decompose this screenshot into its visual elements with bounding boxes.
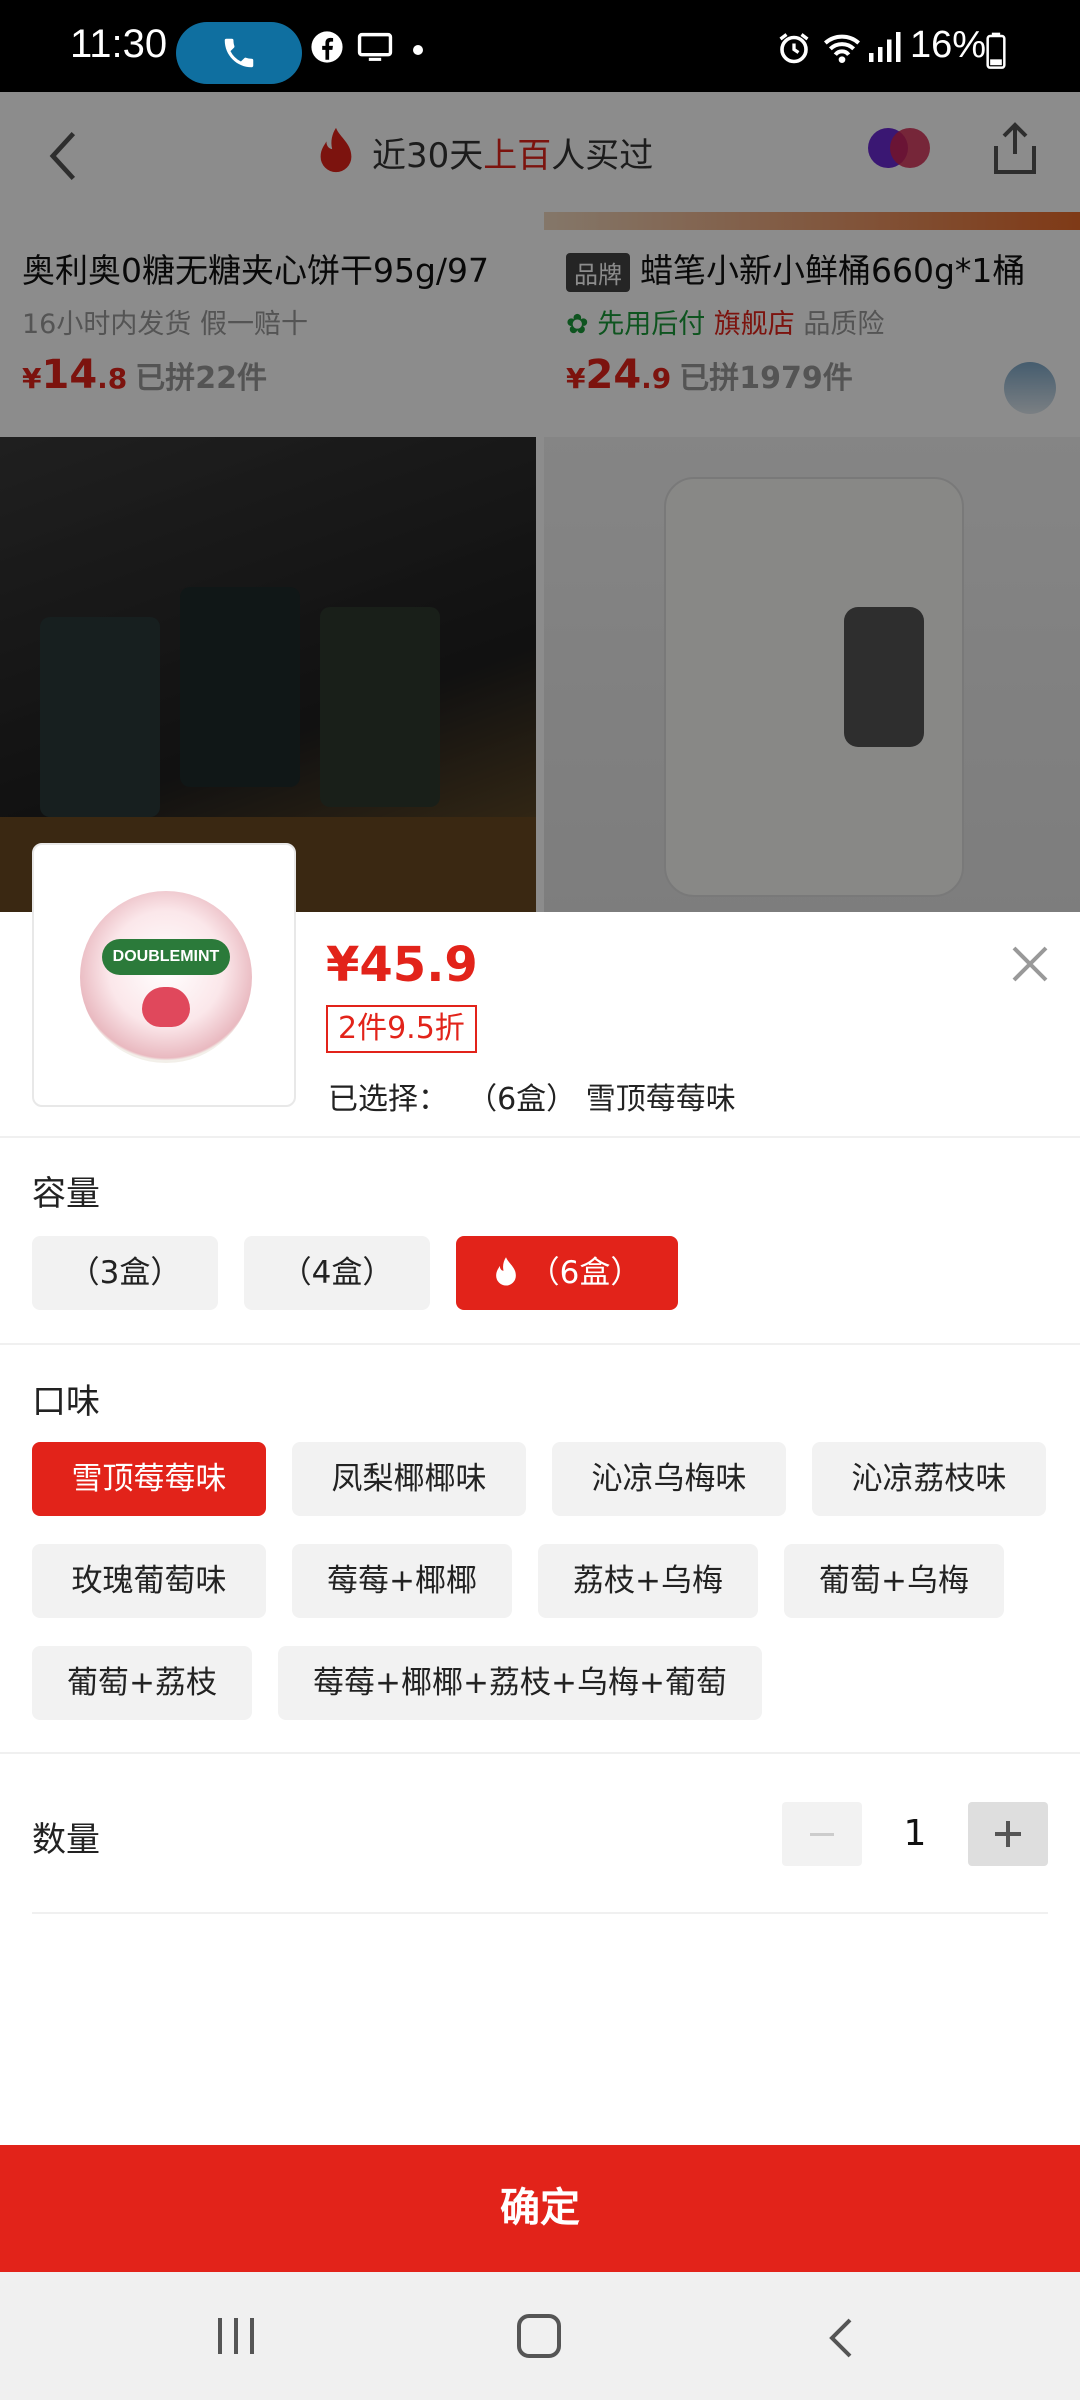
fire-icon: [495, 1256, 516, 1286]
alarm-icon: [779, 33, 809, 64]
selected-summary: 已选择： （6盒） 雪顶莓莓味: [328, 1082, 736, 1117]
flavor-option[interactable]: 莓莓+椰椰: [292, 1544, 512, 1618]
quantity-increment-button[interactable]: [968, 1802, 1048, 1866]
quantity-decrement-button[interactable]: [782, 1802, 862, 1866]
flavor-option[interactable]: 葡萄+荔枝: [32, 1646, 252, 1720]
system-nav-bar: [0, 2272, 1080, 2400]
back-icon[interactable]: [826, 2316, 856, 2360]
product-thumbnail[interactable]: DOUBLEMINT: [32, 843, 296, 1107]
quantity-value[interactable]: 1: [862, 1802, 968, 1866]
flavor-option[interactable]: 沁凉乌梅味: [552, 1442, 786, 1516]
flavor-option[interactable]: 荔枝+乌梅: [538, 1544, 758, 1618]
ongoing-call-pill[interactable]: [176, 22, 302, 84]
home-icon[interactable]: [514, 2312, 564, 2360]
facebook-icon: [311, 31, 343, 63]
wifi-icon: [824, 34, 860, 63]
plus-icon: [995, 1821, 1021, 1847]
capacity-title: 容量: [32, 1174, 100, 1214]
close-icon[interactable]: [1008, 942, 1052, 986]
flavor-option[interactable]: 莓莓+椰椰+荔枝+乌梅+葡萄: [278, 1646, 762, 1720]
flavor-option[interactable]: 葡萄+乌梅: [784, 1544, 1004, 1618]
screen-cast-icon: [357, 32, 393, 61]
capacity-option[interactable]: （3盒）: [32, 1236, 218, 1310]
divider: [0, 1343, 1080, 1345]
divider: [32, 1912, 1048, 1914]
divider: [0, 1752, 1080, 1754]
flavor-option[interactable]: 凤梨椰椰味: [292, 1442, 526, 1516]
divider: [0, 1136, 1080, 1138]
tin-brand-label: DOUBLEMINT: [102, 939, 230, 975]
flavor-option-selected[interactable]: 雪顶莓莓味: [32, 1442, 266, 1516]
flavor-option[interactable]: 沁凉荔枝味: [812, 1442, 1046, 1516]
battery-percent: 16%: [910, 24, 987, 66]
signal-icon: [869, 32, 901, 62]
confirm-button[interactable]: 确定: [0, 2145, 1080, 2272]
battery-icon: [986, 32, 1006, 69]
status-bar: 11:30 16%: [0, 0, 1080, 92]
status-time: 11:30: [70, 22, 168, 66]
flavor-title: 口味: [32, 1382, 100, 1422]
recent-apps-icon[interactable]: [214, 2316, 258, 2356]
capacity-option-selected[interactable]: （6盒）: [456, 1236, 678, 1310]
strawberry-graphic: [142, 987, 190, 1027]
discount-badge: 2件9.5折: [326, 1005, 477, 1053]
flavor-option[interactable]: 玫瑰葡萄味: [32, 1544, 266, 1618]
dot-icon: [413, 45, 423, 55]
minus-icon: [810, 1833, 834, 1836]
capacity-option[interactable]: （4盒）: [244, 1236, 430, 1310]
mint-tin-image: DOUBLEMINT: [80, 891, 252, 1063]
phone-icon: [224, 38, 254, 68]
quantity-title: 数量: [32, 1820, 100, 1860]
product-price: ¥45.9: [326, 937, 478, 993]
modal-overlay[interactable]: [0, 92, 1080, 912]
